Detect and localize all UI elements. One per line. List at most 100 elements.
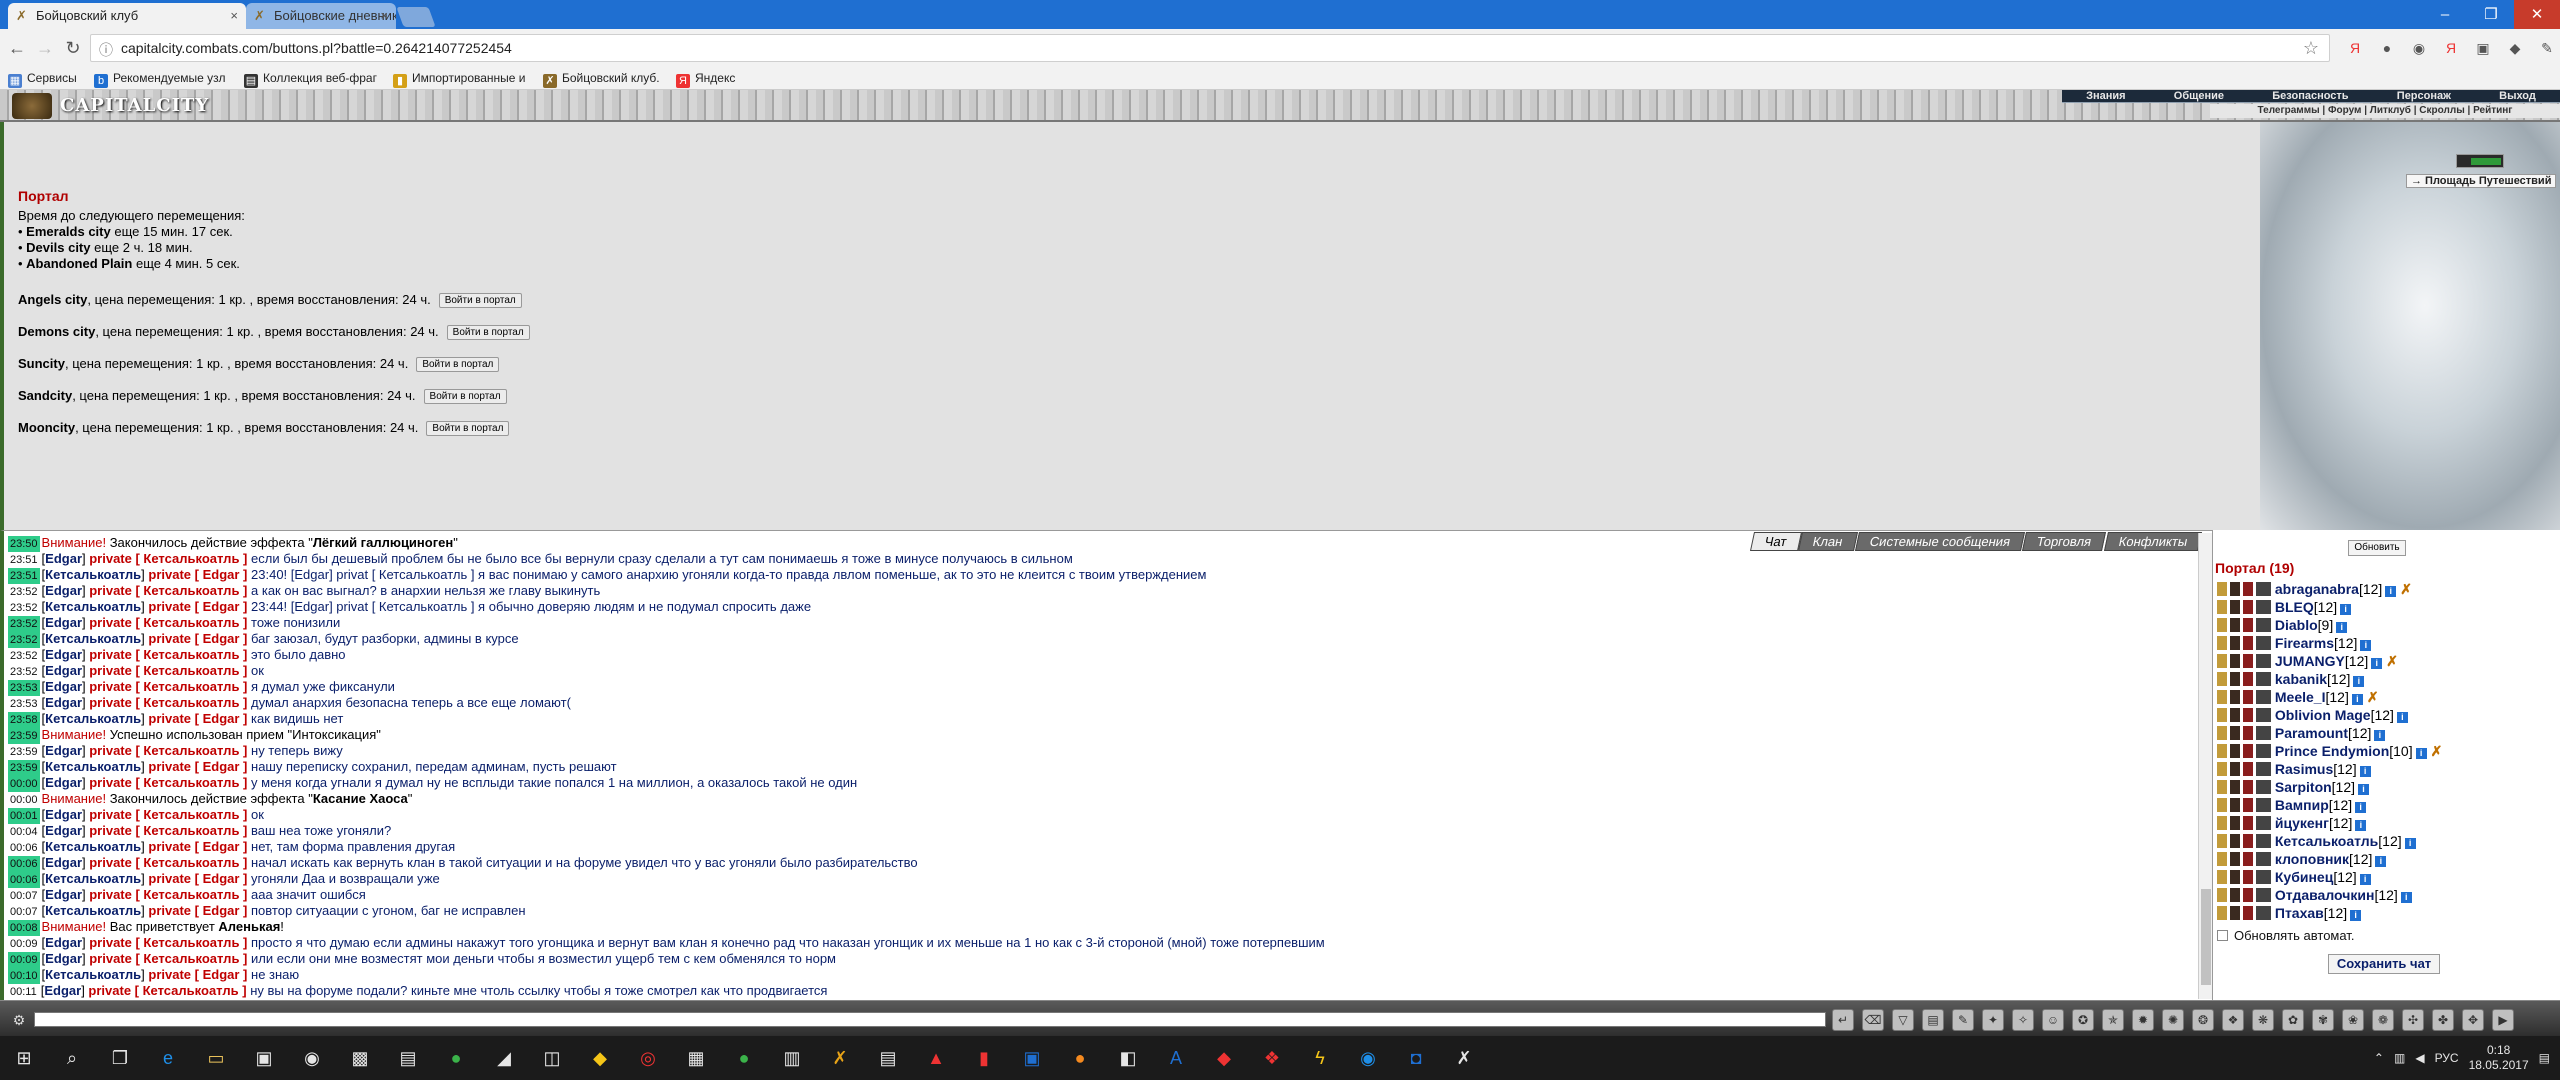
user-info-icon[interactable]: i <box>2355 820 2367 831</box>
user-badges-icon[interactable] <box>2217 726 2271 740</box>
sender-nick[interactable]: Edgar <box>45 679 82 694</box>
user-info-icon[interactable]: i <box>2336 622 2348 633</box>
user-badges-icon[interactable] <box>2217 708 2271 722</box>
message-time[interactable]: 23:53 <box>8 696 40 712</box>
sender-nick[interactable]: Edgar <box>45 775 82 790</box>
recipient-nick[interactable]: Edgar <box>203 759 240 774</box>
user-info-icon[interactable]: i <box>2404 838 2416 849</box>
user-badges-icon[interactable] <box>2217 834 2271 848</box>
user-info-icon[interactable]: i <box>2360 640 2372 651</box>
user-row[interactable]: kabanik[12] i <box>2217 670 2442 688</box>
user-info-icon[interactable]: i <box>2375 856 2387 867</box>
user-row[interactable]: Вампир[12] i <box>2217 796 2442 814</box>
ability-icon[interactable]: ✺ <box>2162 1009 2184 1031</box>
bookmark-combats[interactable]: ✗ Бойцовский клуб. <box>543 71 660 88</box>
app-icon[interactable]: ● <box>440 1042 472 1074</box>
message-time[interactable]: 00:06 <box>8 872 40 888</box>
recipient-nick[interactable]: Кетсалькоатль <box>143 663 239 678</box>
message-time[interactable]: 00:07 <box>8 904 40 920</box>
maximize-icon[interactable]: ❐ <box>2468 0 2514 29</box>
user-nick[interactable]: Paramount <box>2275 725 2348 741</box>
user-nick[interactable]: клоповник <box>2275 851 2349 867</box>
windows-start-icon[interactable]: ⊞ <box>8 1042 40 1074</box>
app-icon[interactable]: ▮ <box>968 1042 1000 1074</box>
user-badges-icon[interactable] <box>2217 870 2271 884</box>
recipient-nick[interactable]: Кетсалькоатль <box>143 983 239 998</box>
app-icon[interactable]: ▥ <box>776 1042 808 1074</box>
bookmark-services[interactable]: ▦ Сервисы <box>8 71 77 88</box>
app-icon[interactable]: ▲ <box>920 1042 952 1074</box>
user-row[interactable]: Кетсалькоатль[12] i <box>2217 832 2442 850</box>
app-icon[interactable]: A <box>1160 1042 1192 1074</box>
menu-security[interactable]: Безопасность <box>2272 90 2348 102</box>
extension-icon[interactable]: ✎ <box>2536 37 2558 59</box>
message-time[interactable]: 23:59 <box>8 744 40 760</box>
user-row[interactable]: Кубинец[12] i <box>2217 868 2442 886</box>
sub-menu[interactable]: Телеграммы | Форум | Литклуб | Скроллы |… <box>2210 104 2560 118</box>
app-icon[interactable]: ◢ <box>488 1042 520 1074</box>
close-icon[interactable]: × <box>380 8 388 23</box>
user-nick[interactable]: йцукенг <box>2275 815 2329 831</box>
ability-icon[interactable]: ❋ <box>2252 1009 2274 1031</box>
sender-nick[interactable]: Edgar <box>45 935 82 950</box>
recipient-nick[interactable]: Кетсалькоатль <box>143 583 239 598</box>
recipient-nick[interactable]: Кетсалькоатль <box>143 887 239 902</box>
user-nick[interactable]: Meele_I <box>2275 689 2326 705</box>
recipient-nick[interactable]: Кетсалькоатль <box>143 679 239 694</box>
yandex-icon[interactable]: Я <box>2344 37 2366 59</box>
save-chat-button[interactable]: Сохранить чат <box>2328 954 2440 974</box>
app-icon[interactable]: ◉ <box>1352 1042 1384 1074</box>
app-icon[interactable]: ✗ <box>1448 1042 1480 1074</box>
message-time[interactable]: 23:52 <box>8 600 40 616</box>
user-nick[interactable]: Prince Endymion <box>2275 743 2389 759</box>
user-nick[interactable]: Diablo <box>2275 617 2318 633</box>
user-nick[interactable]: Птахав <box>2275 905 2324 921</box>
sender-nick[interactable]: Edgar <box>45 855 82 870</box>
user-row[interactable]: Птахав[12] i <box>2217 904 2442 922</box>
ability-icon[interactable]: ✥ <box>2462 1009 2484 1031</box>
ability-icon[interactable]: ✦ <box>1982 1009 2004 1031</box>
extension-icon[interactable]: ● <box>2376 37 2398 59</box>
user-nick[interactable]: Отдавалочкин <box>2275 887 2375 903</box>
message-time[interactable]: 23:58 <box>8 712 40 728</box>
menu-knowledge[interactable]: Знания <box>2086 90 2125 102</box>
ability-icon[interactable]: ✣ <box>2402 1009 2424 1031</box>
user-badges-icon[interactable] <box>2217 852 2271 866</box>
message-time[interactable]: 00:07 <box>8 888 40 904</box>
app-icon[interactable]: ▣ <box>1016 1042 1048 1074</box>
recipient-nick[interactable]: Edgar <box>203 599 240 614</box>
user-info-icon[interactable]: i <box>2371 658 2383 669</box>
chat-input[interactable] <box>34 1012 1826 1027</box>
message-time[interactable]: 00:11 <box>8 984 39 1000</box>
chat-scrollbar[interactable] <box>2198 533 2212 999</box>
message-time[interactable]: 23:52 <box>8 648 40 664</box>
enter-portal-button[interactable]: Войти в портал <box>416 357 500 372</box>
checkbox-icon[interactable] <box>2217 930 2228 941</box>
user-badges-icon[interactable] <box>2217 582 2271 596</box>
user-badges-icon[interactable] <box>2217 600 2271 614</box>
recipient-nick[interactable]: Edgar <box>203 631 240 646</box>
user-row[interactable]: Rasimus[12] i <box>2217 760 2442 778</box>
message-time[interactable]: 00:00 <box>8 792 40 808</box>
enter-portal-button[interactable]: Войти в портал <box>423 389 507 404</box>
recipient-nick[interactable]: Кетсалькоатль <box>143 823 239 838</box>
app-icon[interactable]: ▤ <box>872 1042 904 1074</box>
app-icon[interactable]: ◧ <box>1112 1042 1144 1074</box>
sender-nick[interactable]: Кетсалькоатль <box>45 967 141 982</box>
user-nick[interactable]: Rasimus <box>2275 761 2333 777</box>
sender-nick[interactable]: Edgar <box>45 647 82 662</box>
message-time[interactable]: 00:09 <box>8 936 40 952</box>
user-info-icon[interactable]: i <box>2374 730 2386 741</box>
app-icon[interactable]: ❖ <box>1256 1042 1288 1074</box>
message-time[interactable]: 23:59 <box>8 760 40 776</box>
edge-icon[interactable]: e <box>152 1042 184 1074</box>
user-row[interactable]: Prince Endymion[10] i ✗ <box>2217 742 2442 760</box>
user-row[interactable]: Firearms[12] i <box>2217 634 2442 652</box>
explorer-icon[interactable]: ▭ <box>200 1042 232 1074</box>
message-time[interactable]: 00:06 <box>8 856 40 872</box>
network-icon[interactable]: ▥ <box>2394 1051 2405 1065</box>
task-view-icon[interactable]: ❐ <box>104 1042 136 1074</box>
message-time[interactable]: 00:09 <box>8 952 40 968</box>
user-nick[interactable]: Oblivion Mage <box>2275 707 2371 723</box>
sender-nick[interactable]: Edgar <box>45 663 82 678</box>
